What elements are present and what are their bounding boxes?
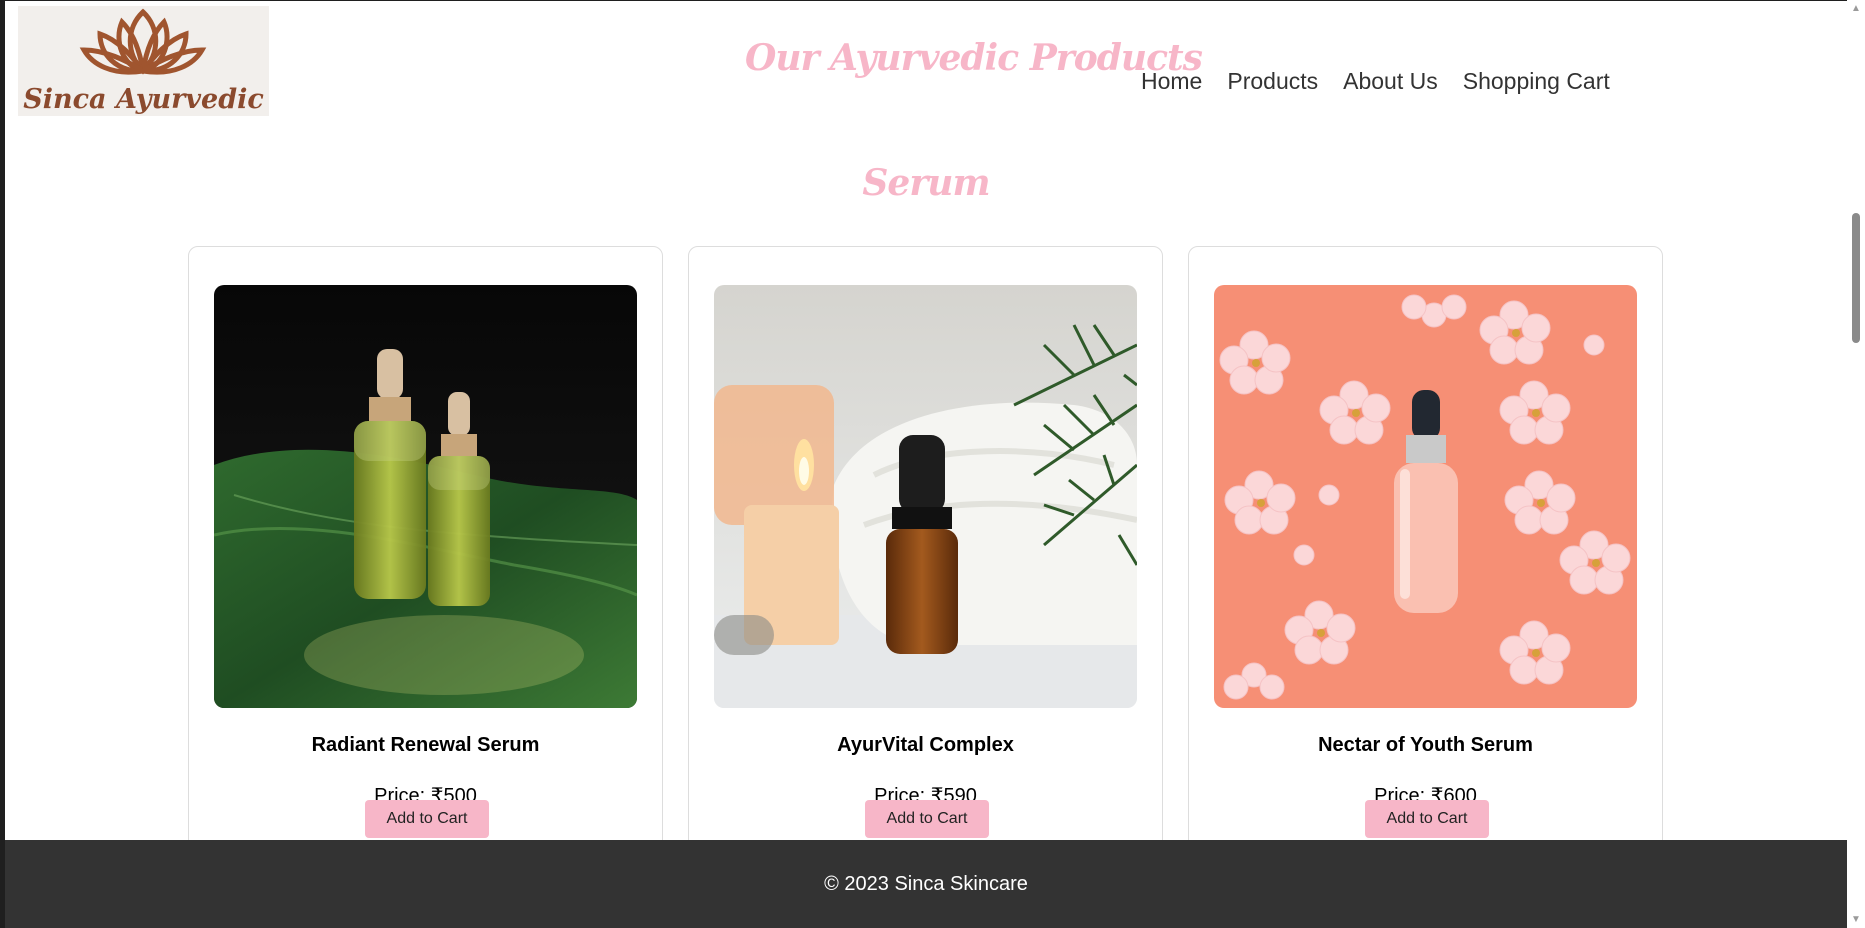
page-viewport: Sinca Ayurvedic Our Ayurvedic Products H… xyxy=(5,1,1847,928)
product-name: AyurVital Complex xyxy=(837,734,1014,756)
section-title: Serum xyxy=(862,162,990,204)
nav-shopping-cart[interactable]: Shopping Cart xyxy=(1463,68,1610,95)
product-image xyxy=(714,285,1137,708)
vertical-scrollbar[interactable]: ▲ ▼ xyxy=(1847,0,1865,928)
logo-text: Sinca Ayurvedic xyxy=(23,84,264,115)
product-card: AyurVital Complex Price: ₹590 Add to Car… xyxy=(688,246,1163,928)
page-footer: © 2023 Sinca Skincare xyxy=(5,840,1847,928)
product-image xyxy=(1214,285,1637,708)
nav-products[interactable]: Products xyxy=(1227,68,1318,95)
footer-copyright: © 2023 Sinca Skincare xyxy=(824,873,1028,895)
scroll-down-icon[interactable]: ▼ xyxy=(1847,911,1865,928)
page-title: Our Ayurvedic Products xyxy=(745,37,1203,79)
scroll-thumb[interactable] xyxy=(1852,213,1860,343)
green-serum-bottles-image xyxy=(214,285,637,708)
amber-serum-bottle-image xyxy=(714,285,1137,708)
scroll-up-icon[interactable]: ▲ xyxy=(1847,0,1865,17)
add-to-cart-button[interactable]: Add to Cart xyxy=(865,800,989,838)
add-to-cart-button[interactable]: Add to Cart xyxy=(365,800,489,838)
product-name: Nectar of Youth Serum xyxy=(1318,734,1533,756)
product-image xyxy=(214,285,637,708)
product-card: Radiant Renewal Serum Price: ₹500 Add to… xyxy=(188,246,663,928)
add-to-cart-button[interactable]: Add to Cart xyxy=(1365,800,1489,838)
product-card: Nectar of Youth Serum Price: ₹600 Add to… xyxy=(1188,246,1663,928)
main-nav: Home Products About Us Shopping Cart xyxy=(1141,68,1635,95)
nav-home[interactable]: Home xyxy=(1141,68,1202,95)
brand-logo[interactable]: Sinca Ayurvedic xyxy=(18,6,269,116)
nav-about-us[interactable]: About Us xyxy=(1343,68,1438,95)
clear-serum-bottle-image xyxy=(1214,285,1637,708)
product-name: Radiant Renewal Serum xyxy=(311,734,540,756)
